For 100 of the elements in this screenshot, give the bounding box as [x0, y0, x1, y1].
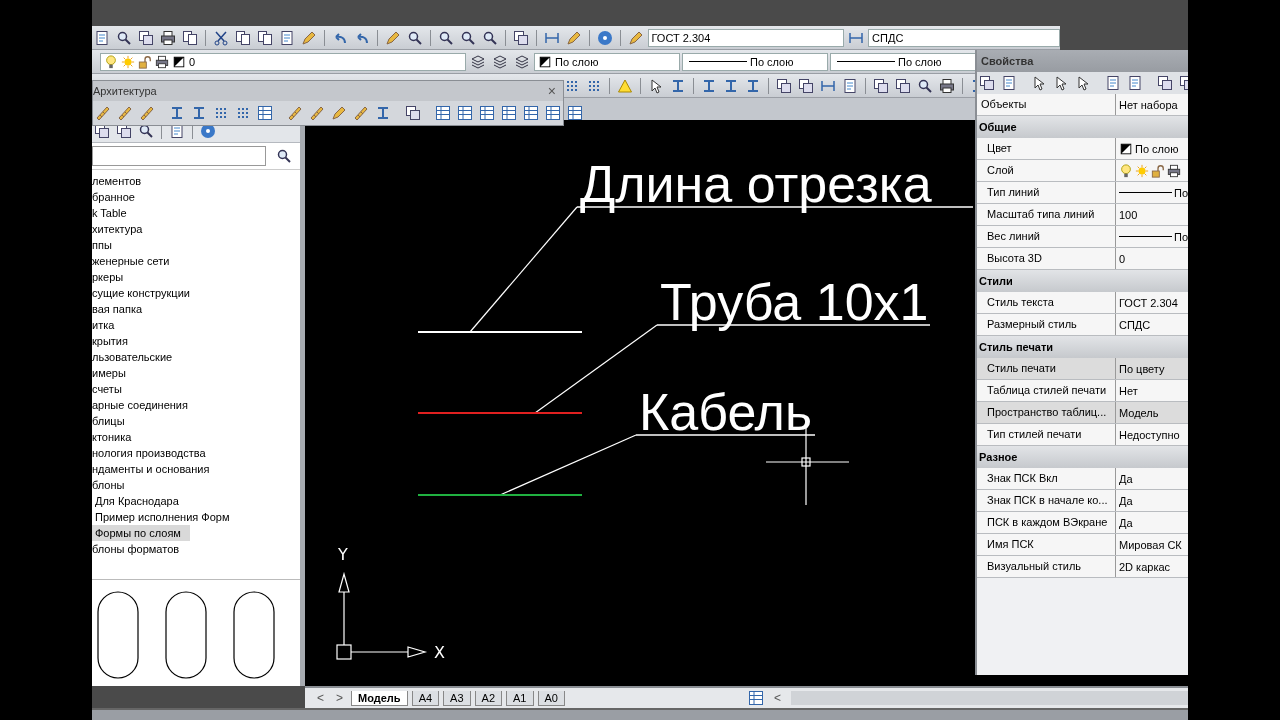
property-row[interactable]: Знак ПСК в начале ко... Да — [977, 490, 1188, 512]
scissors-icon[interactable] — [212, 29, 229, 46]
diagonal-bar-icon[interactable] — [95, 105, 111, 121]
property-row[interactable]: Тип стилей печати Недоступно — [977, 424, 1188, 446]
magnifier-icon[interactable] — [481, 29, 498, 46]
diagonal-bar-icon[interactable] — [309, 105, 325, 121]
category-header[interactable]: Стиль печати — [977, 336, 1188, 358]
layers-icon[interactable] — [492, 53, 508, 70]
magnifier-icon[interactable] — [459, 29, 476, 46]
pencil-icon[interactable] — [384, 29, 401, 46]
palette-item[interactable]: итка — [92, 317, 300, 333]
dimension-style-field[interactable]: СПДС — [868, 28, 1061, 47]
palette-item[interactable]: лементов — [92, 173, 300, 189]
pages-icon[interactable] — [256, 29, 273, 46]
property-row[interactable]: Объекты Нет набора — [977, 94, 1188, 116]
document-icon[interactable] — [842, 77, 858, 94]
nav-arrow[interactable]: > — [332, 691, 348, 705]
beam-icon[interactable] — [723, 77, 739, 94]
layout-tab[interactable]: A2 — [474, 690, 503, 706]
category-header[interactable]: Общие — [977, 116, 1188, 138]
palette-item[interactable]: блицы — [92, 413, 300, 429]
pages-icon[interactable] — [182, 29, 198, 46]
magnifier-icon[interactable] — [116, 29, 132, 46]
palette-item[interactable]: ндаменты и основания — [92, 461, 300, 477]
property-row[interactable]: Вес линий По — [977, 226, 1188, 248]
grid-icon[interactable] — [213, 105, 229, 121]
palette-item[interactable]: k Table — [92, 205, 300, 221]
color-field[interactable]: По слою — [534, 52, 680, 71]
text-style-field[interactable]: ГОСТ 2.304 — [647, 28, 845, 47]
property-row[interactable]: Размерный стиль СПДС — [977, 314, 1188, 336]
scrollbar-track[interactable] — [791, 691, 1188, 705]
magnifier-icon[interactable] — [917, 77, 933, 94]
layout-tab[interactable]: A3 — [443, 690, 471, 706]
palette-item[interactable]: льзовательские — [92, 349, 300, 365]
property-row[interactable]: Слой — [977, 160, 1188, 182]
layout-tab[interactable]: A1 — [506, 690, 534, 706]
palette-item[interactable]: ркеры — [92, 269, 300, 285]
magnifier-icon[interactable] — [276, 148, 292, 164]
beam-icon[interactable] — [701, 77, 717, 94]
property-row[interactable]: Тип линий По — [977, 182, 1188, 204]
palette-item[interactable]: вая папка — [92, 301, 300, 317]
property-row[interactable]: Таблица стилей печати Нет — [977, 380, 1188, 402]
beam-icon[interactable] — [191, 105, 207, 121]
property-row[interactable]: Стиль текста ГОСТ 2.304 — [977, 292, 1188, 314]
printer-icon[interactable] — [939, 77, 955, 94]
pencil-icon[interactable] — [300, 29, 317, 46]
windows-icon[interactable] — [1157, 75, 1173, 91]
pencil-icon[interactable] — [627, 29, 644, 46]
document-icon[interactable] — [1001, 75, 1017, 91]
palette-item[interactable]: сущие конструкции — [92, 285, 300, 301]
beam-icon[interactable] — [745, 77, 761, 94]
palette-item[interactable]: счеты — [92, 381, 300, 397]
pencil-icon[interactable] — [565, 29, 582, 46]
table-icon[interactable] — [567, 105, 583, 121]
scroll-arrow[interactable]: < — [770, 691, 785, 705]
category-header[interactable]: Разное — [977, 446, 1188, 468]
palette-item[interactable]: бранное — [92, 189, 300, 205]
nav-arrow[interactable]: < — [313, 691, 328, 705]
diagonal-bar-icon[interactable] — [287, 105, 303, 121]
category-header[interactable]: Стили — [977, 270, 1188, 292]
palette-item[interactable]: хитектура — [92, 221, 300, 237]
palette-item[interactable]: блоны — [92, 477, 300, 493]
palette-item[interactable]: блоны форматов — [92, 541, 300, 557]
pages-icon[interactable] — [234, 29, 251, 46]
magnifier-icon[interactable] — [138, 123, 154, 139]
palette-item[interactable]: Формы по слоям — [92, 525, 190, 541]
cursor-icon[interactable] — [1053, 75, 1069, 91]
windows-icon[interactable] — [873, 77, 889, 94]
magnifier-icon[interactable] — [437, 29, 454, 46]
windows-icon[interactable] — [798, 77, 814, 94]
lineweight-field[interactable]: По слою — [830, 52, 976, 71]
windows-icon[interactable] — [405, 105, 421, 121]
cursor-icon[interactable] — [1075, 75, 1091, 91]
document-icon[interactable] — [1105, 75, 1121, 91]
grid-icon[interactable] — [235, 105, 251, 121]
close-button[interactable]: × — [544, 83, 559, 99]
palette-item[interactable]: крытия — [92, 333, 300, 349]
palette-item[interactable]: Для Краснодара — [92, 493, 300, 509]
printer-icon[interactable] — [160, 29, 176, 46]
search-field[interactable] — [92, 146, 266, 166]
palette-item[interactable]: имеры — [92, 365, 300, 381]
windows-icon[interactable] — [895, 77, 911, 94]
diagonal-bar-icon[interactable] — [117, 105, 133, 121]
property-row[interactable]: Визуальный стиль 2D каркас — [977, 556, 1188, 578]
layers-icon[interactable] — [514, 53, 530, 70]
palette-item[interactable]: ппы — [92, 237, 300, 253]
property-row[interactable]: Имя ПСК Мировая СК — [977, 534, 1188, 556]
diagonal-bar-icon[interactable] — [353, 105, 369, 121]
property-row[interactable]: Знак ПСК Вкл Да — [977, 468, 1188, 490]
beam-icon[interactable] — [670, 77, 686, 94]
windows-icon[interactable] — [776, 77, 792, 94]
layer-field[interactable]: 0 — [100, 52, 466, 71]
cursor-icon[interactable] — [648, 77, 664, 94]
document-icon[interactable] — [94, 29, 110, 46]
layout-tab[interactable]: A4 — [411, 690, 440, 706]
layers-icon[interactable] — [470, 53, 486, 70]
property-row[interactable]: Высота 3D 0 — [977, 248, 1188, 270]
palette-item[interactable]: ктоника — [92, 429, 300, 445]
layout-tab[interactable]: Модель — [351, 690, 408, 706]
help-icon[interactable] — [596, 29, 613, 46]
